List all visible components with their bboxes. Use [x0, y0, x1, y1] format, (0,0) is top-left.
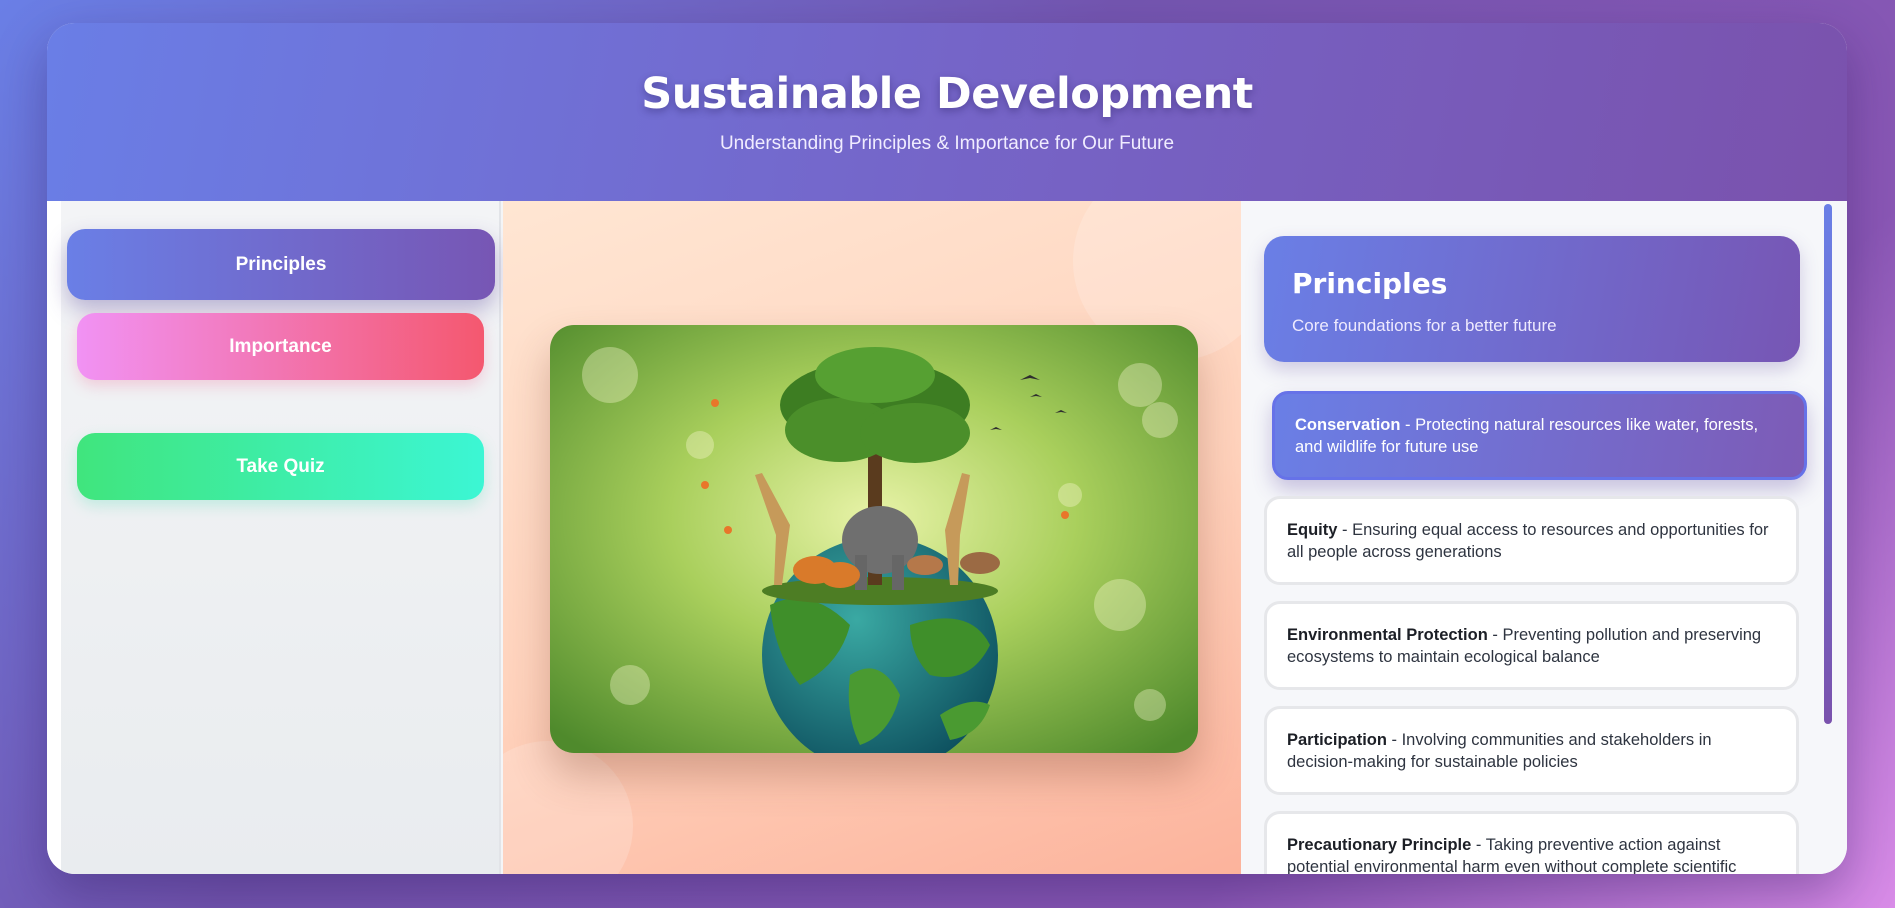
page-header: Sustainable Development Understanding Pr… — [47, 23, 1847, 201]
principle-description: - Ensuring equal access to resources and… — [1287, 521, 1769, 561]
panel-header: Principles Core foundations for a better… — [1264, 236, 1800, 362]
sidebar: Principles Importance Take Quiz — [61, 201, 501, 874]
importance-button[interactable]: Importance — [77, 313, 484, 380]
earth-with-trees-and-animals-image — [550, 325, 1198, 753]
decorative-bubble — [503, 741, 633, 874]
principle-item-participation[interactable]: Participation - Involving communities an… — [1264, 706, 1799, 795]
principle-item-precautionary-principle[interactable]: Precautionary Principle - Taking prevent… — [1264, 811, 1799, 874]
app-card: Sustainable Development Understanding Pr… — [47, 23, 1847, 874]
principle-term: Precautionary Principle — [1287, 836, 1472, 854]
principle-term: Conservation — [1295, 416, 1401, 434]
principle-term: Environmental Protection — [1287, 626, 1488, 644]
page-subtitle: Understanding Principles & Importance fo… — [719, 133, 1175, 154]
left-edge-strip — [47, 201, 61, 874]
principle-item-conservation[interactable]: Conservation - Protecting natural resour… — [1272, 391, 1807, 480]
principles-panel: Principles Core foundations for a better… — [1241, 201, 1847, 874]
panel-scrollbar[interactable] — [1824, 204, 1832, 724]
principle-item-environmental-protection[interactable]: Environmental Protection - Preventing po… — [1264, 601, 1799, 690]
page-title: Sustainable Development — [641, 69, 1253, 119]
principle-item-equity[interactable]: Equity - Ensuring equal access to resour… — [1264, 496, 1799, 585]
take-quiz-button[interactable]: Take Quiz — [77, 433, 484, 500]
principle-term: Equity — [1287, 521, 1338, 539]
panel-subtitle: Core foundations for a better future — [1292, 316, 1557, 335]
image-area — [503, 201, 1241, 874]
panel-title: Principles — [1292, 267, 1448, 300]
principles-button[interactable]: Principles — [67, 229, 495, 300]
principle-term: Participation — [1287, 731, 1387, 749]
